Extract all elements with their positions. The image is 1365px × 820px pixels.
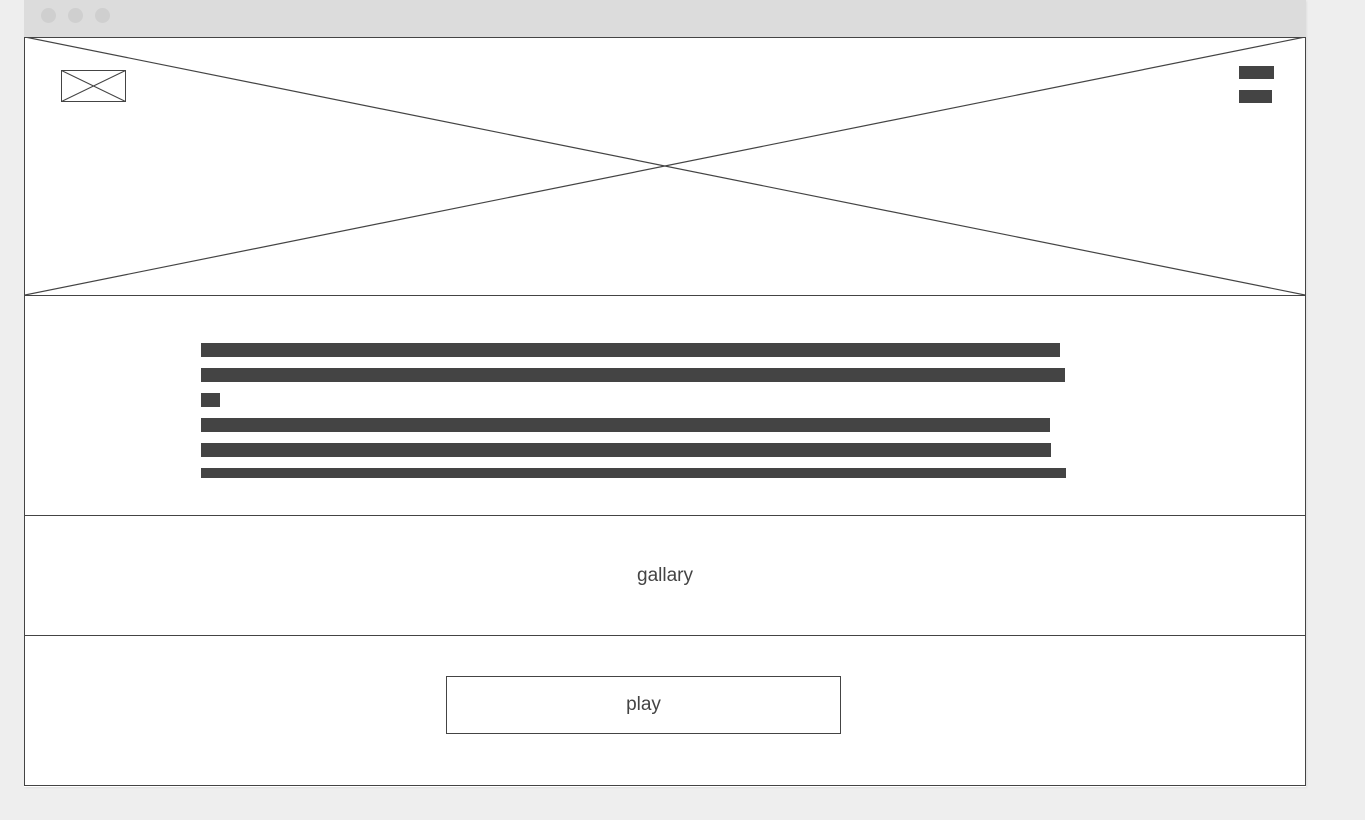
- text-line-placeholder: [201, 368, 1065, 382]
- image-placeholder-icon: [25, 37, 1305, 295]
- gallery-label[interactable]: gallary: [25, 565, 1305, 587]
- window-close-dot[interactable]: [41, 8, 56, 23]
- gallery-section: gallary: [25, 516, 1305, 636]
- page-content: gallary play: [24, 37, 1306, 786]
- text-line-placeholder: [201, 343, 1060, 357]
- menu-icon-bar-top: [1239, 66, 1274, 79]
- menu-icon[interactable]: [1238, 65, 1276, 103]
- text-line-placeholder: [201, 468, 1066, 478]
- play-section: play: [25, 636, 1305, 785]
- text-line-placeholder: [201, 443, 1051, 457]
- hero-image-placeholder: [25, 37, 1305, 296]
- menu-icon-bar-bottom: [1239, 90, 1272, 103]
- text-line-placeholder: [201, 393, 220, 407]
- text-line-placeholder: [201, 418, 1050, 432]
- logo-placeholder-icon[interactable]: [61, 70, 126, 102]
- browser-window: gallary play: [24, 0, 1306, 787]
- play-button[interactable]: play: [446, 676, 841, 734]
- window-maximize-dot[interactable]: [95, 8, 110, 23]
- window-minimize-dot[interactable]: [68, 8, 83, 23]
- window-titlebar: [24, 0, 1306, 38]
- text-placeholder-block: [25, 296, 1305, 516]
